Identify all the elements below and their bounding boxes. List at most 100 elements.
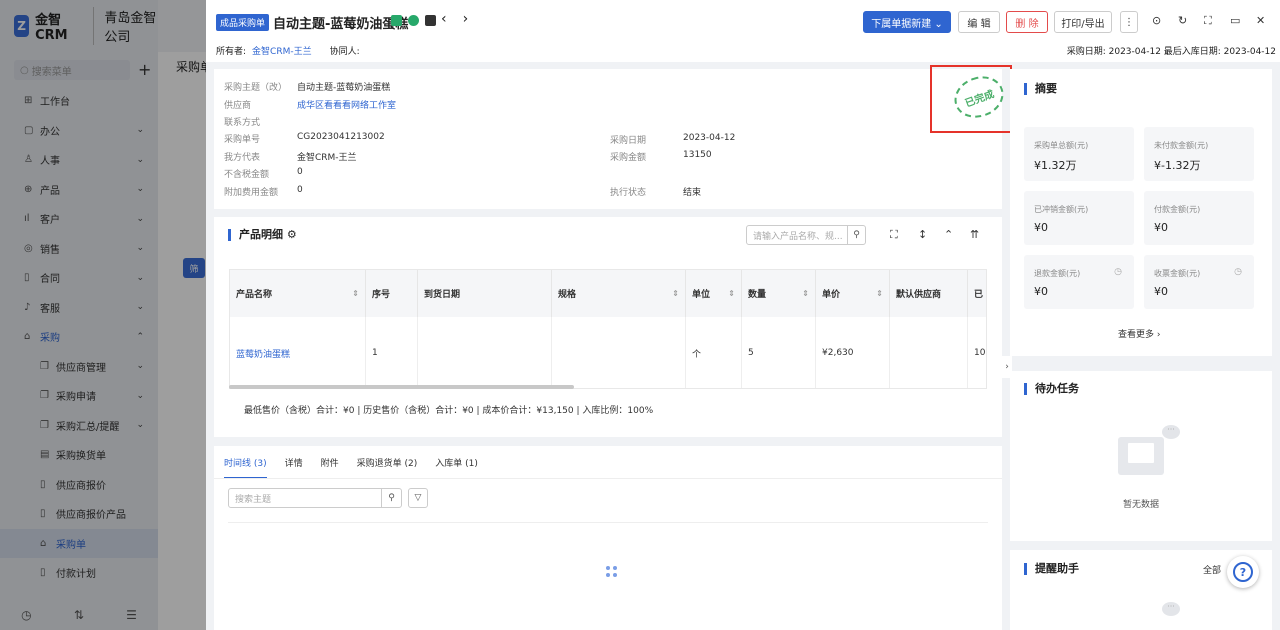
tile-value: ¥0: [1154, 285, 1168, 298]
field-label: 我方代表: [224, 153, 261, 163]
horizontal-scrollbar[interactable]: [229, 385, 574, 389]
column-header-label: 数量: [748, 290, 767, 300]
search-icon[interactable]: ⚲: [381, 489, 401, 507]
summary-tile: 收票金额(元) ¥0 ◷: [1144, 255, 1254, 309]
detail-drawer: 成品采购单 自动主题-蓝莓奶油蛋糕 ‹ › 所有者: 金智CRM-王兰 协同人:…: [206, 0, 1280, 630]
info-field: 采购金额 13150: [610, 150, 712, 163]
timeline-search-input[interactable]: 搜索主题 ⚲: [228, 488, 402, 508]
table-header: 产品名称 ⇕ 序号 到货日期 规格 ⇕ 单位 ⇕ 数量 ⇕ 单价 ⇕ 默认供应商 已: [230, 270, 986, 317]
sort-icon[interactable]: ⇕: [672, 289, 679, 298]
tile-label: 退款金额(元): [1034, 269, 1081, 278]
edit-button[interactable]: 编 辑: [958, 11, 1000, 33]
owner-label: 所有者:: [216, 47, 247, 57]
summary-tile: 退款金额(元) ¥0 ◷: [1024, 255, 1134, 309]
fullscreen-icon[interactable]: ⛶: [1204, 14, 1212, 28]
check-icon[interactable]: [408, 15, 419, 26]
sort-icon[interactable]: ⇕: [728, 289, 735, 298]
timeline-tab[interactable]: 附件: [321, 456, 339, 479]
field-label: 采购金额: [610, 153, 647, 163]
field-value: 2023-04-12: [683, 133, 736, 143]
column-header[interactable]: 数量 ⇕: [742, 270, 816, 317]
owner-value[interactable]: 金智CRM-王兰: [252, 44, 312, 57]
tile-label: 采购单总额(元): [1034, 141, 1089, 150]
search-icon[interactable]: ⚲: [847, 226, 865, 244]
timeline-tab[interactable]: 时间线 (3): [224, 456, 267, 479]
column-header[interactable]: 规格 ⇕: [552, 270, 686, 317]
todo-title: 待办任务: [1024, 383, 1079, 395]
sort-icon[interactable]: ⇕: [352, 289, 359, 298]
timeline-tab[interactable]: 入库单 (1): [435, 456, 478, 479]
doc-icon[interactable]: [425, 15, 436, 26]
view-more-link[interactable]: 查看更多 ›: [1118, 327, 1160, 340]
timeline-tab[interactable]: 详情: [285, 456, 303, 479]
sort-icon[interactable]: ⇕: [876, 289, 883, 298]
field-value: CG2023041213002: [297, 132, 385, 142]
more-menu-icon[interactable]: ⋮: [1120, 11, 1138, 33]
home-icon[interactable]: [391, 15, 402, 26]
tile-label: 付款金额(元): [1154, 205, 1201, 214]
sort-icon[interactable]: ⇕: [802, 289, 809, 298]
tile-value: ¥-1.32万: [1154, 159, 1201, 172]
window-icon[interactable]: ▭: [1230, 14, 1240, 27]
product-section-title: 产品明细 ⚙: [228, 229, 297, 241]
chat-bubble-icon: ···: [1162, 425, 1180, 439]
help-button[interactable]: ?: [1227, 556, 1259, 588]
refresh-icon[interactable]: ↻: [1178, 14, 1187, 27]
field-label: 采购主题（改）: [224, 83, 288, 93]
info-field: 联系方式: [224, 115, 297, 128]
tile-label: 收票金额(元): [1154, 269, 1201, 278]
reminder-all-link[interactable]: 全部: [1203, 563, 1221, 576]
todo-card: 待办任务 ··· 暂无数据: [1010, 371, 1272, 541]
column-header[interactable]: 单价 ⇕: [816, 270, 890, 317]
prev-arrow-icon[interactable]: ‹: [441, 11, 447, 27]
column-header[interactable]: 已: [968, 270, 986, 317]
table-cell: 5: [742, 317, 816, 388]
info-field: 采购主题（改） 自动主题-蓝莓奶油蛋糕: [224, 80, 390, 93]
column-height-icon[interactable]: ↕: [918, 228, 927, 241]
reminder-title: 提醒助手: [1024, 563, 1079, 575]
close-icon[interactable]: ✕: [1256, 14, 1265, 27]
delete-button[interactable]: 删 除: [1006, 11, 1048, 33]
field-value: 结束: [683, 188, 702, 198]
column-header[interactable]: 到货日期: [418, 270, 552, 317]
expand-icon[interactable]: ⛶: [890, 228, 898, 242]
info-field: 我方代表 金智CRM-王兰: [224, 150, 357, 163]
column-header-label: 规格: [558, 290, 577, 300]
table-row[interactable]: 蓝莓奶油蛋糕 1 个 5 ¥2,630 10: [230, 317, 986, 388]
filter-icon[interactable]: ▽: [408, 488, 428, 508]
table-cell: 10: [968, 317, 986, 388]
field-value: 金智CRM-王兰: [297, 153, 357, 163]
tile-value: ¥1.32万: [1034, 159, 1077, 172]
table-cell: 1: [366, 317, 418, 388]
field-value[interactable]: 成华区看看看网络工作室: [297, 98, 396, 111]
table-cell: [552, 317, 686, 388]
column-header-label: 默认供应商: [896, 290, 942, 300]
column-header[interactable]: 产品名称 ⇕: [230, 270, 366, 317]
double-chevron-up-icon[interactable]: ⇈: [970, 228, 979, 241]
column-header[interactable]: 序号: [366, 270, 418, 317]
next-arrow-icon[interactable]: ›: [463, 11, 469, 27]
tile-value: ¥0: [1034, 221, 1048, 234]
product-search-input[interactable]: 请输入产品名称、规... ⚲: [746, 225, 866, 245]
modal-overlay[interactable]: [0, 0, 206, 630]
chevron-up-icon[interactable]: ⌃: [944, 228, 953, 241]
column-header[interactable]: 默认供应商: [890, 270, 968, 317]
product-table: 产品名称 ⇕ 序号 到货日期 规格 ⇕ 单位 ⇕ 数量 ⇕ 单价 ⇕ 默认供应商 已 蓝莓奶油蛋糕 1 个 5 ¥…: [229, 269, 987, 389]
print-export-button[interactable]: 打印/导出: [1054, 11, 1112, 33]
doc-type-tag: 成品采购单: [216, 14, 270, 31]
settings-icon[interactable]: ⚙: [287, 228, 297, 241]
info-field: 供应商 成华区看看看网络工作室: [224, 98, 396, 111]
field-value: 13150: [683, 150, 712, 160]
new-subordinate-button[interactable]: 下属单据新建 ⌄: [863, 11, 951, 33]
timeline-tab[interactable]: 采购退货单 (2): [357, 456, 418, 479]
table-cell[interactable]: 蓝莓奶油蛋糕: [230, 317, 366, 388]
column-header[interactable]: 单位 ⇕: [686, 270, 742, 317]
basic-info-card: 采购主题（改） 自动主题-蓝莓奶油蛋糕 供应商 成华区看看看网络工作室 联系方式 采购单号…: [214, 69, 1010, 209]
product-detail-card: 产品明细 ⚙ 请输入产品名称、规... ⚲ ⛶ ↕ ⌃ ⇈ 产品名称 ⇕ 序号 到货日…: [214, 217, 1002, 437]
abstract-card: 摘要 采购单总额(元) ¥1.32万 未付款金额(元) ¥-1.32万 已冲销金额(元)…: [1010, 69, 1272, 356]
column-header-label: 到货日期: [424, 290, 461, 300]
loading-icon: [606, 566, 618, 578]
record-icon[interactable]: ⊙: [1152, 14, 1161, 27]
abstract-title: 摘要: [1024, 83, 1057, 95]
summary-tile: 已冲销金额(元) ¥0: [1024, 191, 1134, 245]
